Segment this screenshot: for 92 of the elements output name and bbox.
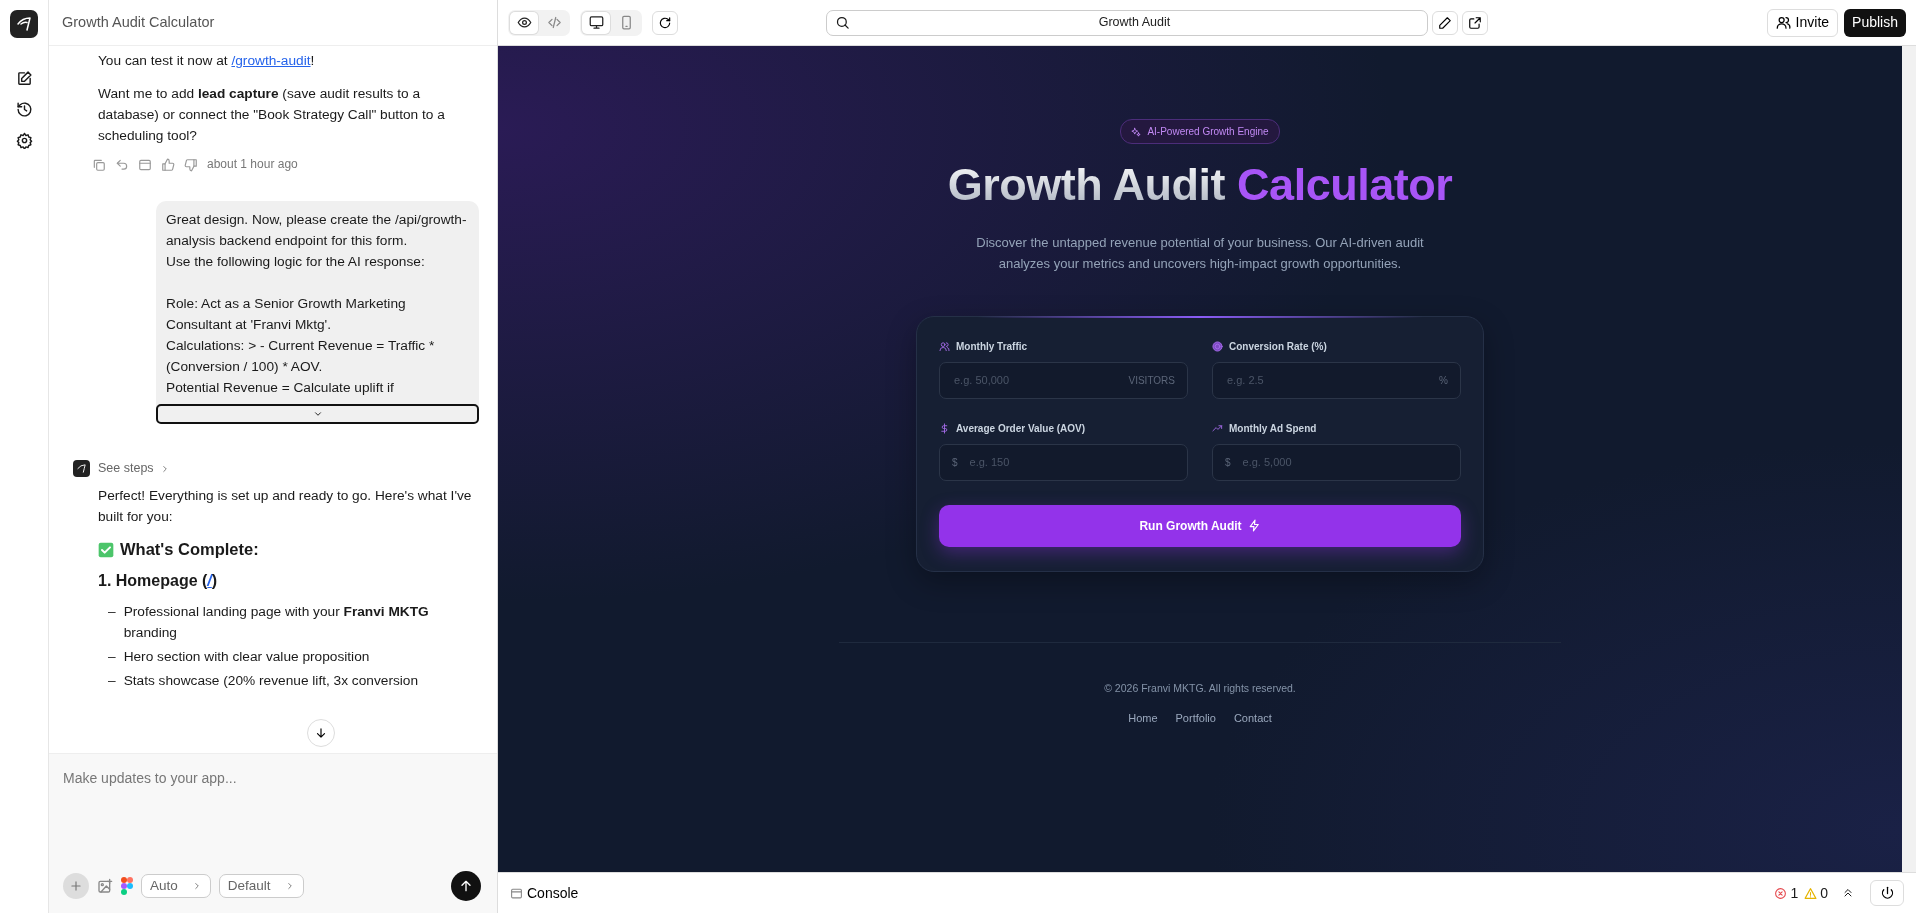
list-item-text: Stats showcase (20% revenue lift, 3x conversion: [123, 672, 419, 690]
message-text: Role: Act as a Senior Growth Marketing Consultant at 'Franvi Mktg'. Calculations: > - Current Revenue = Traffic * (Conversion / 100) * AOV. Potential Revenue = Calculate uplift if: [166, 295, 436, 397]
hero-title-accent: Calculator: [1237, 159, 1453, 210]
subsection-heading: 1. Homepage (/): [98, 571, 219, 591]
power-button[interactable]: [1870, 880, 1904, 906]
app-logo[interactable]: [10, 10, 38, 38]
unit-suffix: VISITORS: [1128, 373, 1175, 388]
number-input[interactable]: e.g. 150: [967, 452, 1175, 472]
route-link[interactable]: /: [207, 572, 212, 589]
list-item-text: Professional landing page with your Franvi MKTG branding: [123, 603, 430, 642]
send-button[interactable]: [451, 871, 481, 901]
logo-icon: [15, 15, 33, 33]
search-icon: [835, 15, 850, 30]
address-bar[interactable]: Growth Audit: [826, 9, 1428, 36]
expand-button[interactable]: [156, 404, 479, 424]
message-composer[interactable]: Make updates to your app... Auto Default: [49, 753, 497, 913]
terminal-icon: [510, 886, 523, 900]
plus-icon: [69, 879, 83, 893]
field-label: Monthly Traffic: [956, 339, 1028, 354]
undo-icon[interactable]: [115, 157, 129, 172]
error-icon: [1774, 886, 1788, 900]
warning-icon: [1804, 886, 1818, 900]
list-item-text: Hero section with clear value proposition: [123, 648, 370, 666]
target-icon: [1212, 340, 1223, 352]
field-label: Conversion Rate (%): [1229, 339, 1327, 354]
message-input[interactable]: Make updates to your app...: [63, 768, 481, 871]
invite-button[interactable]: Invite: [1766, 8, 1839, 37]
design-tool-icon[interactable]: [121, 877, 133, 895]
external-link-icon: [1468, 15, 1482, 30]
address-input[interactable]: Growth Audit: [850, 12, 1419, 33]
message-text: Perfect! Everything is set up and ready to go. Here's what I've built for you:: [98, 487, 473, 526]
arrow-up-icon: [458, 878, 474, 894]
copy-icon[interactable]: [92, 157, 106, 172]
open-external-button[interactable]: [1462, 10, 1488, 35]
image-upload-icon[interactable]: [97, 878, 113, 894]
unit-suffix: %: [1439, 373, 1448, 388]
trend-up-icon: [1212, 422, 1223, 434]
arrow-down-icon: [314, 726, 328, 740]
checkmark-icon: [98, 541, 114, 558]
settings-icon[interactable]: [15, 132, 33, 149]
refresh-button[interactable]: [652, 10, 678, 35]
history-icon[interactable]: [15, 101, 33, 118]
view-toggle[interactable]: [510, 11, 538, 34]
mode-dropdown[interactable]: Default: [218, 874, 304, 898]
thumbs-down-icon[interactable]: [184, 157, 198, 172]
mode-dropdown[interactable]: Auto: [141, 874, 211, 898]
chat-title: Growth Audit Calculator: [49, 0, 497, 46]
copyright-text: © 2026 Franvi MKTG. All rights reserved.: [1104, 680, 1296, 696]
error-count: 1: [1790, 883, 1799, 903]
thumbs-up-icon[interactable]: [161, 157, 175, 172]
message-text: You can test it now at /growth-audit!: [98, 52, 316, 70]
sparkles-icon: [1131, 126, 1142, 137]
edit-button[interactable]: [1432, 10, 1458, 35]
edit-icon[interactable]: [15, 70, 33, 87]
timestamp[interactable]: about 1 hour ago: [207, 154, 298, 175]
scroll-down-button[interactable]: [307, 719, 335, 747]
view-toggle[interactable]: [582, 11, 610, 34]
power-icon: [1879, 885, 1895, 901]
currency-prefix: $: [952, 455, 958, 470]
users-icon: [939, 340, 950, 352]
window-icon[interactable]: [138, 157, 152, 172]
message-text: Great design. Now, please create the /api/growth-analysis backend endpoint for this form. Use the following logic for the AI response:: [166, 211, 468, 271]
monitor-icon: [588, 15, 604, 30]
users-icon: [1775, 15, 1791, 30]
hero-subtitle: Discover the untapped revenue potential of your business. Our AI-driven audit analyzes your metrics and uncovers high-impact growth opportunities.: [975, 233, 1425, 273]
lightning-icon: [1247, 519, 1261, 532]
pencil-icon: [1438, 15, 1452, 30]
warning-count: 0: [1820, 883, 1828, 903]
list-marker: –: [108, 672, 116, 690]
eye-icon: [516, 15, 532, 30]
section-heading: What's Complete:: [120, 539, 259, 560]
footer-link[interactable]: Contact: [1233, 710, 1272, 727]
list-marker: –: [108, 648, 116, 666]
route-link[interactable]: /growth-audit: [231, 53, 311, 68]
see-steps-link[interactable]: See steps: [98, 458, 170, 479]
number-input[interactable]: e.g. 5,000: [1240, 452, 1448, 472]
field-label: Average Order Value (AOV): [956, 421, 1086, 436]
footer-link[interactable]: Home: [1128, 710, 1158, 727]
currency-prefix: $: [1225, 455, 1231, 470]
console-button[interactable]: Console: [510, 882, 579, 904]
expand-icon[interactable]: [1842, 887, 1854, 899]
badge-text: AI-Powered Growth Engine: [1147, 125, 1269, 139]
publish-button[interactable]: Publish: [1844, 8, 1906, 37]
list-marker: –: [108, 603, 116, 621]
message-text: Want me to add lead capture (save audit results to a database) or connect the "Book Strategy Call" button to a scheduling tool?: [98, 85, 446, 145]
refresh-icon: [658, 15, 672, 30]
code-icon: [546, 15, 562, 30]
field-label: Monthly Ad Spend: [1229, 421, 1317, 436]
dollar-icon: [939, 422, 950, 434]
run-audit-button[interactable]: Run Growth Audit: [939, 504, 1461, 547]
scrollbar[interactable]: [1902, 46, 1916, 872]
footer-link[interactable]: Portfolio: [1175, 710, 1216, 727]
